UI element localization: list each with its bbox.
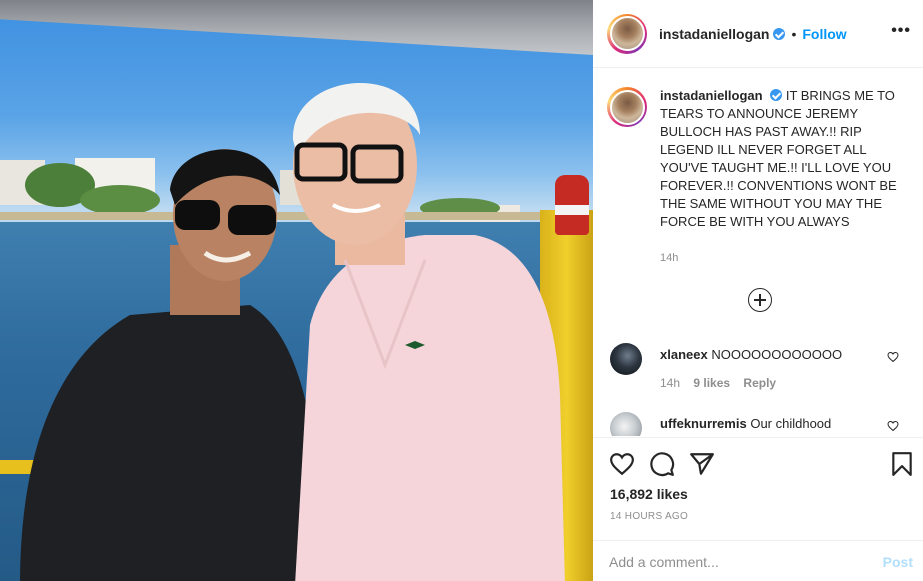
comment-line: xlaneex NOOOOOOOOOOOO — [660, 347, 880, 362]
comment-input[interactable] — [609, 550, 859, 574]
bookmark-icon[interactable] — [889, 451, 915, 477]
divider — [593, 437, 923, 438]
comment-time: 14h — [660, 376, 681, 390]
speech-bubble-icon[interactable] — [649, 451, 675, 477]
comment-heart-icon[interactable] — [887, 351, 899, 363]
comment-text: Our childhood — [750, 416, 832, 431]
post-comment-button[interactable]: Post — [883, 554, 913, 570]
comment-meta: 14h 9 likes Reply — [660, 376, 786, 390]
caption-time: 14h — [660, 252, 679, 264]
author-avatar[interactable] — [607, 13, 647, 54]
person-left — [20, 149, 325, 581]
post-timestamp[interactable]: 14 HOURS AGO — [610, 511, 688, 522]
comments-list[interactable]: xlaneex NOOOOOOOOOOOO 14h 9 likes Reply … — [593, 330, 923, 436]
comment-username[interactable]: uffeknurremis — [660, 416, 747, 431]
follow-button[interactable]: Follow — [802, 26, 846, 42]
post-header: instadaniellogan • Follow ••• — [593, 0, 923, 68]
author-username[interactable]: instadaniellogan — [659, 26, 769, 42]
comment-likes[interactable]: 9 likes — [693, 376, 730, 390]
author-avatar-image — [609, 16, 645, 51]
action-bar — [607, 451, 913, 477]
load-more-comments-plus-circle-icon[interactable] — [748, 288, 772, 312]
post-photo[interactable] — [0, 0, 593, 581]
caption-body: IT BRINGS ME TO TEARS TO ANNOUNCE JEREMY… — [660, 88, 897, 229]
caption-text: instadaniellogan IT BRINGS ME TO TEARS T… — [660, 87, 910, 231]
comment-text: NOOOOOOOOOOOO — [711, 347, 843, 362]
heart-icon[interactable] — [609, 451, 635, 477]
more-options-icon[interactable]: ••• — [891, 23, 911, 39]
person-right — [292, 82, 565, 581]
comment-line: uffeknurremis Our childhood — [660, 416, 880, 431]
comment-reply-button[interactable]: Reply — [743, 376, 776, 390]
commenter-avatar[interactable] — [610, 343, 642, 375]
likes-count[interactable]: 16,892 likes — [610, 486, 688, 502]
verified-badge-icon — [773, 27, 786, 40]
caption: instadaniellogan IT BRINGS ME TO TEARS T… — [607, 87, 913, 231]
boat-awning — [0, 0, 593, 55]
caption-username[interactable]: instadaniellogan — [660, 88, 763, 103]
comment-heart-icon[interactable] — [887, 420, 899, 432]
caption-avatar-image — [609, 89, 645, 125]
add-comment-bar: Post — [593, 540, 923, 581]
separator-dot: • — [791, 25, 797, 42]
commenter-avatar[interactable] — [610, 412, 642, 436]
post-details-panel: instadaniellogan • Follow ••• instadanie… — [593, 0, 923, 581]
comment-username[interactable]: xlaneex — [660, 347, 708, 362]
paper-plane-icon[interactable] — [689, 451, 715, 477]
caption-avatar[interactable] — [607, 87, 647, 127]
verified-badge-icon — [770, 89, 783, 101]
